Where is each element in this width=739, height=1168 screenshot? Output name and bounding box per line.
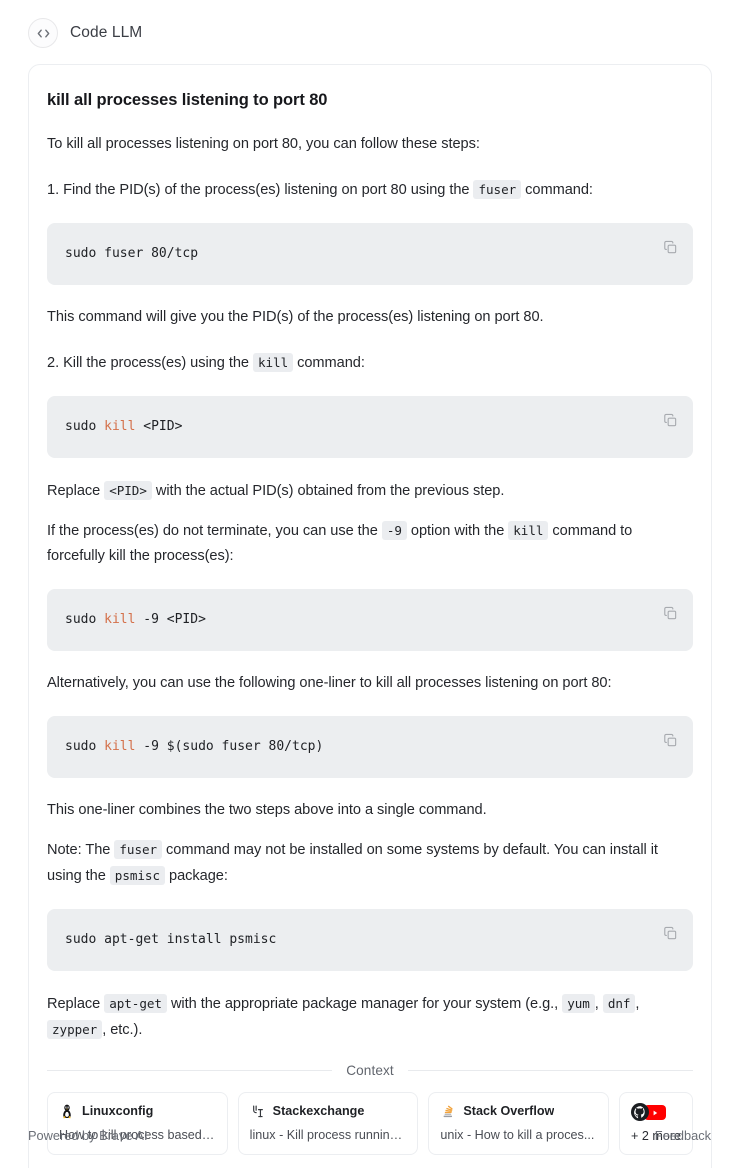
inline-code-fuser: fuser bbox=[473, 180, 522, 199]
step-1-paragraph: 1. Find the PID(s) of the process(es) li… bbox=[47, 177, 693, 203]
code-block-4-content: sudo kill -9 $(sudo fuser 80/tcp) bbox=[65, 738, 323, 756]
inline-code-yum: yum bbox=[562, 994, 595, 1013]
brave-ai-answer-page: Code LLM kill all processes listening to… bbox=[0, 0, 739, 1168]
step-2-paragraph: 2. Kill the process(es) using the kill c… bbox=[47, 350, 693, 376]
code-4-post: -9 $(sudo fuser 80/tcp) bbox=[135, 739, 324, 754]
header: Code LLM bbox=[0, 0, 739, 49]
inline-code-dash9: -9 bbox=[381, 521, 407, 540]
context-card-more[interactable]: + 2 more bbox=[619, 1092, 694, 1155]
context-label: Context bbox=[346, 1063, 394, 1078]
code-block-2: sudo kill <PID> bbox=[47, 396, 693, 458]
inline-code-kill-2: kill bbox=[508, 521, 549, 540]
context-card-header: Stack Overflow bbox=[440, 1103, 597, 1119]
page-footer: Powered by Brave AI Feedback bbox=[0, 1128, 739, 1143]
code-block-4: sudo kill -9 $(sudo fuser 80/tcp) bbox=[47, 716, 693, 778]
code-2-pre: sudo bbox=[65, 419, 105, 434]
force-kill-paragraph: If the process(es) do not terminate, you… bbox=[47, 518, 693, 569]
copy-icon[interactable] bbox=[659, 922, 681, 944]
code-4-pre: sudo bbox=[65, 739, 105, 754]
code-brackets-icon bbox=[28, 18, 58, 48]
replace-pid-text-b: with the actual PID(s) obtained from the… bbox=[151, 483, 505, 499]
code-block-2-content: sudo kill <PID> bbox=[65, 418, 182, 436]
context-card-header: Stackexchange bbox=[250, 1103, 407, 1119]
code-block-1-content: sudo fuser 80/tcp bbox=[65, 246, 199, 261]
inline-code-pid: <PID> bbox=[104, 481, 152, 500]
answer-title: kill all processes listening to port 80 bbox=[47, 91, 328, 109]
inline-code-zypper: zypper bbox=[47, 1020, 103, 1039]
note-text-a: Note: The bbox=[47, 842, 115, 858]
code-block-3: sudo kill -9 <PID> bbox=[47, 589, 693, 651]
answer-card: kill all processes listening to port 80 … bbox=[28, 64, 712, 1168]
context-header: Context bbox=[47, 1063, 693, 1078]
step-1-text-a: 1. Find the PID(s) of the process(es) li… bbox=[47, 182, 474, 198]
context-card-stackexchange[interactable]: Stackexchange linux - Kill process runni… bbox=[237, 1092, 419, 1155]
page-title: Code LLM bbox=[70, 24, 143, 41]
stackexchange-icon bbox=[250, 1103, 266, 1119]
code-block-5: sudo apt-get install psmisc bbox=[47, 909, 693, 971]
github-icon bbox=[631, 1103, 650, 1121]
after-block-1-paragraph: This command will give you the PID(s) of… bbox=[47, 309, 544, 325]
copy-icon[interactable] bbox=[659, 409, 681, 431]
alternatively-paragraph: Alternatively, you can use the following… bbox=[47, 675, 612, 691]
context-card-header: Linuxconfig bbox=[59, 1103, 216, 1119]
code-block-1: sudo fuser 80/tcp bbox=[47, 223, 693, 285]
inline-code-psmisc: psmisc bbox=[109, 866, 165, 885]
answer-intro: To kill all processes listening on port … bbox=[47, 136, 480, 152]
replace-pid-text-a: Replace bbox=[47, 483, 105, 499]
divider-left bbox=[47, 1070, 333, 1071]
step-1-text-b: command: bbox=[521, 182, 593, 198]
stackoverflow-icon bbox=[440, 1103, 456, 1119]
inline-code-aptget: apt-get bbox=[104, 994, 167, 1013]
code-3-pre: sudo bbox=[65, 612, 105, 627]
penguin-icon bbox=[59, 1103, 75, 1119]
code-3-keyword: kill bbox=[104, 612, 136, 627]
step-2-text-a: 2. Kill the process(es) using the bbox=[47, 355, 253, 371]
force-kill-text-a: If the process(es) do not terminate, you… bbox=[47, 523, 382, 539]
replace-pid-paragraph: Replace <PID> with the actual PID(s) obt… bbox=[47, 478, 693, 504]
copy-icon[interactable] bbox=[659, 236, 681, 258]
code-2-keyword: kill bbox=[104, 419, 136, 434]
context-card-linuxconfig[interactable]: Linuxconfig How to kill process based ..… bbox=[47, 1092, 228, 1155]
replace2-text-c: , bbox=[594, 996, 603, 1012]
force-kill-text-b: option with the bbox=[406, 523, 509, 539]
powered-by-label: Powered by Brave AI bbox=[28, 1128, 148, 1143]
more-source-icons bbox=[631, 1103, 675, 1121]
copy-icon[interactable] bbox=[659, 729, 681, 751]
inline-code-kill: kill bbox=[252, 353, 294, 372]
code-2-post: <PID> bbox=[135, 419, 183, 434]
context-card-site: Stack Overflow bbox=[463, 1104, 555, 1118]
replace2-text-b: with the appropriate package manager for… bbox=[166, 996, 563, 1012]
note-text-c: package: bbox=[165, 868, 228, 884]
context-card-site: Linuxconfig bbox=[82, 1104, 154, 1118]
step-2-text-b: command: bbox=[293, 355, 365, 371]
psmisc-note-paragraph: Note: The fuser command may not be insta… bbox=[47, 837, 693, 889]
context-card-stackoverflow[interactable]: Stack Overflow unix - How to kill a proc… bbox=[428, 1092, 610, 1155]
code-4-keyword: kill bbox=[104, 739, 136, 754]
copy-icon[interactable] bbox=[659, 602, 681, 624]
code-3-post: -9 <PID> bbox=[135, 612, 206, 627]
divider-right bbox=[407, 1070, 693, 1071]
replace2-text-d: , bbox=[635, 996, 640, 1012]
code-block-3-content: sudo kill -9 <PID> bbox=[65, 611, 206, 629]
inline-code-dnf: dnf bbox=[602, 994, 636, 1013]
replace2-text-a: Replace bbox=[47, 996, 105, 1012]
inline-code-fuser-2: fuser bbox=[114, 840, 163, 859]
context-cards: Linuxconfig How to kill process based ..… bbox=[47, 1092, 694, 1155]
replace2-text-e: , etc.). bbox=[102, 1022, 143, 1038]
replace-aptget-paragraph: Replace apt-get with the appropriate pac… bbox=[47, 991, 693, 1043]
answer-body: kill all processes listening to port 80 … bbox=[29, 65, 711, 1168]
feedback-link[interactable]: Feedback bbox=[655, 1128, 711, 1143]
oneliner-note-paragraph: This one-liner combines the two steps ab… bbox=[47, 802, 487, 818]
code-block-5-content: sudo apt-get install psmisc bbox=[65, 932, 277, 947]
context-card-site: Stackexchange bbox=[272, 1104, 365, 1118]
